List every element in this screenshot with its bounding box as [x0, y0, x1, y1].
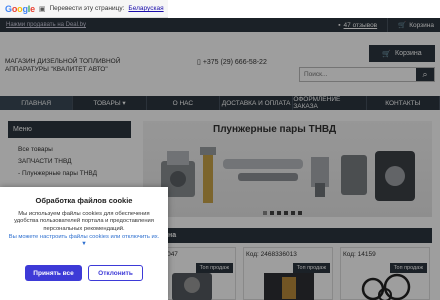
translate-message: Перевести эту страницу:: [49, 5, 125, 12]
cookie-title: Обработка файлов cookie: [35, 196, 133, 205]
translate-language-link[interactable]: Беларуская: [128, 5, 163, 12]
accept-cookies-button[interactable]: Принять все: [25, 265, 82, 281]
cookie-text: Мы используем файлы cookies для обеспече…: [14, 211, 154, 232]
cookie-dialog: Обработка файлов cookie Мы используем фа…: [0, 187, 168, 300]
translate-icon: ▣: [38, 5, 46, 13]
cookie-settings-link[interactable]: Вы можете настроить файлы cookies или от…: [0, 234, 168, 249]
decline-cookies-button[interactable]: Отклонить: [88, 265, 143, 281]
google-logo: Google: [5, 3, 35, 14]
translate-bar: Google ▣ Перевести эту страницу: Беларус…: [0, 0, 168, 18]
